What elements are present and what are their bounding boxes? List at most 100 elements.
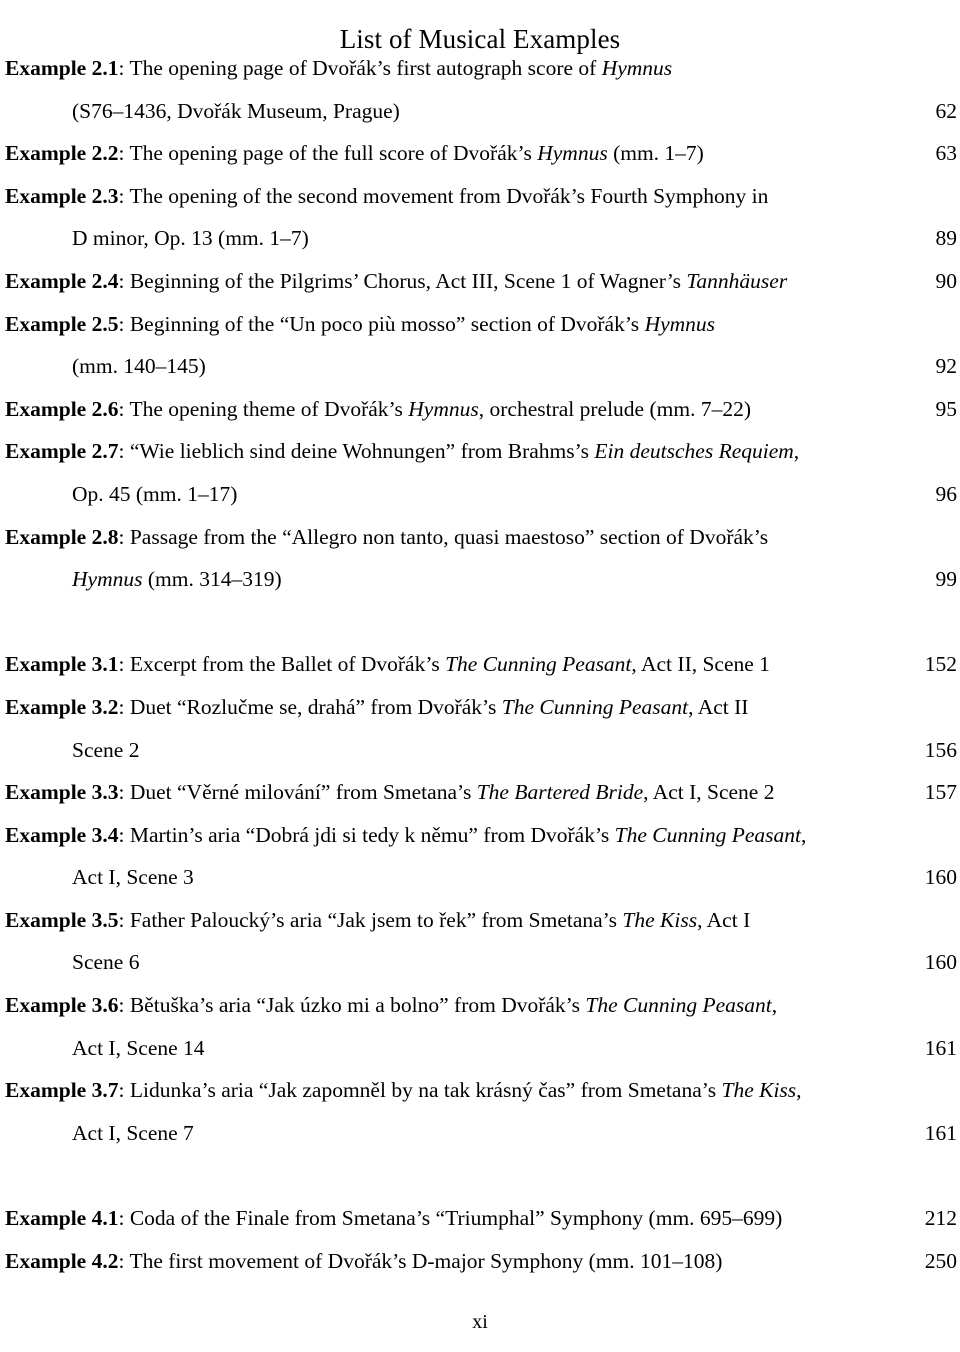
example-description: : Duet “Věrné milování” from Smetana’s — [118, 780, 477, 805]
page-number: 156 — [924, 737, 957, 762]
example-entry-line: Example 2.5: Beginning of the “Un poco p… — [5, 303, 957, 346]
example-entry-text: Example 2.2: The opening page of the ful… — [5, 132, 704, 175]
example-description: (mm. 140–145) — [72, 354, 206, 379]
example-description: (mm. 314–319) — [142, 567, 282, 592]
example-description: Scene 6 — [72, 950, 140, 975]
example-entry-line: Example 2.6: The opening theme of Dvořák… — [5, 388, 957, 431]
example-description: : Martin’s aria “Dobrá jdi si tedy k něm… — [118, 822, 615, 847]
example-description: , — [771, 993, 778, 1018]
example-label: Example 3.7 — [5, 1078, 119, 1103]
example-entry-line: Example 3.1: Excerpt from the Ballet of … — [5, 643, 957, 686]
example-description: : Excerpt from the Ballet of Dvořák’s — [118, 652, 446, 677]
example-description: , — [793, 439, 800, 464]
example-label: Example 4.1 — [5, 1206, 119, 1231]
work-title-italic: Hymnus — [644, 311, 716, 336]
example-description: D minor, Op. 13 (mm. 1–7) — [72, 226, 309, 251]
example-label: Example 3.5 — [5, 907, 119, 932]
page-number: 160 — [924, 865, 957, 890]
example-entry-text: Op. 45 (mm. 1–17) — [5, 473, 237, 516]
example-entry-line: Example 3.5: Father Paloucký’s aria “Jak… — [5, 899, 957, 942]
work-title-italic: Tannhäuser — [686, 268, 788, 293]
example-label: Example 3.4 — [5, 822, 119, 847]
example-entry-text: Example 2.3: The opening of the second m… — [5, 175, 768, 218]
example-description: : The first movement of Dvořák’s D-major… — [118, 1248, 723, 1273]
work-title-italic: Hymnus — [72, 567, 143, 592]
work-title-italic: The Bartered Bride — [476, 780, 644, 805]
page-number: 95 — [935, 396, 958, 421]
example-label: Example 3.3 — [5, 780, 119, 805]
page-number: 63 — [935, 141, 958, 166]
example-description: : The opening of the second movement fro… — [118, 183, 769, 208]
example-entry-text: D minor, Op. 13 (mm. 1–7) — [5, 217, 309, 260]
work-title-italic: Hymnus — [537, 141, 608, 166]
example-description: : “Wie lieblich sind deine Wohnungen” fr… — [118, 439, 595, 464]
example-description: (S76–1436, Dvořák Museum, Prague) — [72, 98, 400, 123]
example-entry-line: Example 4.1: Coda of the Finale from Sme… — [5, 1197, 957, 1240]
example-description: , orchestral prelude (mm. 7–22) — [478, 396, 751, 421]
example-description: Op. 45 (mm. 1–17) — [72, 481, 238, 506]
page-number: 92 — [935, 354, 958, 379]
page-number: 89 — [935, 226, 958, 251]
work-title-italic: Ein deutsches Requiem — [594, 439, 794, 464]
example-entry-continuation-line: Act I, Scene 14 161 — [5, 1027, 957, 1070]
page-number: 212 — [924, 1206, 957, 1231]
example-description: Act I, Scene 14 — [72, 1035, 205, 1060]
example-description: : Lidunka’s aria “Jak zapomněl by na tak… — [118, 1078, 722, 1103]
example-entry-continuation-line: Act I, Scene 7 161 — [5, 1112, 957, 1155]
example-entry-continuation-line: (mm. 140–145) 92 — [5, 345, 957, 388]
example-entry-text: Example 4.1: Coda of the Finale from Sme… — [5, 1197, 782, 1240]
example-entry-line: Example 2.2: The opening page of the ful… — [5, 132, 957, 175]
work-title-italic: The Kiss — [721, 1078, 797, 1103]
example-description: , — [796, 1078, 802, 1103]
example-entry-text: Example 2.4: Beginning of the Pilgrims’ … — [5, 260, 787, 303]
page-number: 62 — [935, 98, 958, 123]
example-entry-text: Example 3.6: Bětuška’s aria “Jak úzko mi… — [5, 984, 777, 1027]
example-entry-text: Hymnus (mm. 314–319) — [5, 558, 282, 601]
example-entry-line: Example 2.3: The opening of the second m… — [5, 175, 957, 218]
example-description: , — [801, 822, 807, 847]
example-label: Example 2.2 — [5, 141, 119, 166]
example-label: Example 3.1 — [5, 652, 119, 677]
page-number: 161 — [924, 1120, 957, 1145]
example-label: Example 2.8 — [5, 524, 119, 549]
example-label: Example 2.1 — [5, 56, 119, 80]
example-description: , Act I — [697, 907, 751, 932]
example-description: : Coda of the Finale from Smetana’s “Tri… — [118, 1206, 783, 1231]
example-entry-text: (S76–1436, Dvořák Museum, Prague) — [5, 90, 400, 133]
example-entry-text: Example 2.8: Passage from the “Allegro n… — [5, 516, 768, 559]
example-entry-line: Example 3.7: Lidunka’s aria “Jak zapomně… — [5, 1069, 957, 1112]
example-entry-line: Example 3.3: Duet “Věrné milování” from … — [5, 771, 957, 814]
example-description: Act I, Scene 3 — [72, 865, 194, 890]
example-entry-text: Example 4.2: The first movement of Dvořá… — [5, 1240, 722, 1283]
page-folio-number: xi — [472, 1311, 488, 1333]
example-description: Act I, Scene 7 — [72, 1120, 194, 1145]
example-description: : Bětuška’s aria “Jak úzko mi a bolno” f… — [118, 993, 586, 1018]
document-page: List of Musical Examples Example 2.1: Th… — [0, 0, 960, 1352]
example-entry-line: Example 3.6: Bětuška’s aria “Jak úzko mi… — [5, 984, 957, 1027]
example-entry-continuation-line: Scene 2 156 — [5, 729, 957, 772]
example-label: Example 2.4 — [5, 268, 119, 293]
example-entry-line: Example 2.4: Beginning of the Pilgrims’ … — [5, 260, 957, 303]
example-entry-continuation-line: D minor, Op. 13 (mm. 1–7) 89 — [5, 217, 957, 260]
example-label: Example 2.3 — [5, 183, 119, 208]
musical-examples-list: Example 2.1: The opening page of Dvořák’… — [5, 47, 957, 1282]
example-entry-text: Scene 2 — [5, 729, 139, 772]
example-entry-continuation-line: Op. 45 (mm. 1–17) 96 — [5, 473, 957, 516]
example-entry-continuation-line: Scene 6 160 — [5, 941, 957, 984]
work-title-italic: The Cunning Peasant — [585, 993, 772, 1018]
work-title-italic: The Cunning Peasant — [501, 694, 689, 719]
work-title-italic: The Cunning Peasant — [614, 822, 801, 847]
page-number: 157 — [924, 780, 957, 805]
example-description: : Beginning of the “Un poco più mosso” s… — [118, 311, 645, 336]
example-entry-text: Example 3.1: Excerpt from the Ballet of … — [5, 643, 770, 686]
example-description: : The opening page of the full score of … — [118, 141, 538, 166]
example-entry-text: (mm. 140–145) — [5, 345, 206, 388]
page-number: 99 — [935, 567, 958, 592]
example-description: , Act II, Scene 1 — [631, 652, 770, 677]
example-entry-text: Example 3.2: Duet “Rozlučme se, drahá” f… — [5, 686, 748, 729]
example-entry-line: Example 2.8: Passage from the “Allegro n… — [5, 516, 957, 559]
example-entry-text: Example 2.1: The opening page of Dvořák’… — [5, 47, 672, 90]
work-title-italic: The Kiss — [622, 907, 698, 932]
